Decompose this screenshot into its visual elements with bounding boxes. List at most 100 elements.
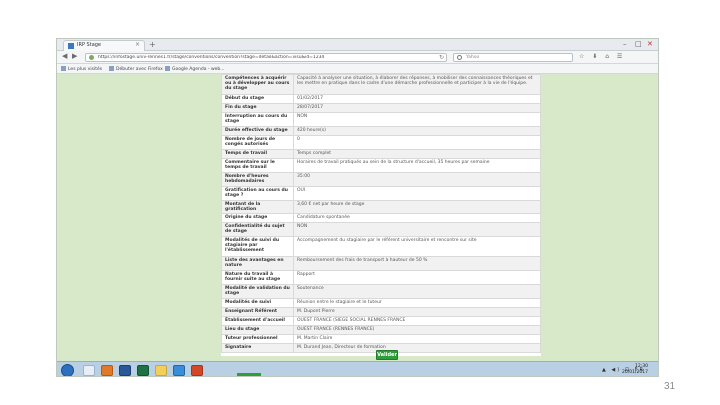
table-row: Nombre de jours de congés autorisés 0: [221, 135, 541, 150]
row-value: 35:00: [293, 172, 541, 187]
browser-tab[interactable]: IRP Stage ×: [63, 40, 145, 51]
row-value: 0: [293, 135, 541, 150]
table-row: Origine du stage Candidature spontanée: [221, 213, 541, 223]
bookmark-label: Google Agenda - web...: [172, 67, 225, 72]
folder-icon[interactable]: [155, 365, 167, 376]
table-row: Durée effective du stage 420 heure(s): [221, 126, 541, 136]
bookmark-item[interactable]: Google Agenda - web...: [165, 66, 225, 72]
row-value: OUI: [293, 186, 541, 201]
bookmark-icon: [61, 66, 66, 71]
bookmarks-bar: Les plus visités Débuter avec Firefox Go…: [57, 64, 658, 74]
site-identity-icon[interactable]: [89, 55, 94, 60]
tab-close-icon[interactable]: ×: [135, 41, 140, 48]
clock-time: 12:30: [634, 364, 648, 369]
tab-favicon-icon: [68, 43, 74, 49]
table-row: Lieu du stage OUEST FRANCE (RENNES FRANCE…: [221, 325, 541, 335]
firefox-icon[interactable]: [101, 365, 113, 376]
bookmark-icon: [109, 66, 114, 71]
table-row: Fin du stage 28/07/2017: [221, 103, 541, 113]
back-button[interactable]: ◀: [62, 52, 67, 60]
row-label: Nombre d'heures hebdomadaires: [221, 172, 294, 187]
table-row: Modalités de suivi Réunion entre le stagi…: [221, 298, 541, 308]
row-value: 01/02/2017: [293, 94, 541, 104]
bookmark-icon: [165, 66, 170, 71]
row-value: M. Durand Jean, Directeur de formation: [293, 343, 541, 353]
table-row: Nature du travail à fournir suite au sta…: [221, 270, 541, 285]
tab-title: IRP Stage: [77, 42, 102, 48]
slide-page-number: 31: [664, 381, 676, 392]
row-label: Nombre de jours de congés autorisés: [221, 135, 294, 150]
row-label: Début du stage: [221, 94, 294, 104]
toolbar-icons[interactable]: ☆ ⬇ ⌂ ☰: [579, 53, 625, 60]
search-bar[interactable]: Yahoo: [453, 53, 573, 62]
row-value: OUEST FRANCE (RENNES FRANCE): [293, 325, 541, 335]
details-panel: Compétences à acquérir ou à développer a…: [221, 74, 541, 356]
table-row: Gratification au cours du stage ? OUI: [221, 186, 541, 201]
validate-button[interactable]: Valider: [376, 350, 398, 360]
table-row: Montant de la gratification 3,60 € net pa…: [221, 200, 541, 214]
search-icon: [457, 55, 462, 60]
row-label: Modalité de validation du stage: [221, 284, 294, 299]
row-label: Lieu du stage: [221, 325, 294, 335]
forward-button[interactable]: ▶: [72, 52, 77, 60]
browser-titlebar: IRP Stage × + – □ ✕: [57, 39, 658, 51]
maximize-button[interactable]: □: [635, 40, 642, 48]
row-value: 28/07/2017: [293, 103, 541, 113]
row-value: NON: [293, 112, 541, 127]
table-row: Modalité de validation du stage Soutenanc…: [221, 284, 541, 299]
minimize-button[interactable]: –: [623, 40, 627, 48]
row-label: Signataire: [221, 343, 294, 353]
row-label: Enseignant Référent: [221, 307, 294, 317]
address-bar[interactable]: https://infostage.univ-rennes1.fr/stage/…: [85, 53, 447, 62]
table-row: Nombre d'heures hebdomadaires 35:00: [221, 172, 541, 187]
table-row: Modalités de suivi du stagiaire par l'ét…: [221, 236, 541, 257]
row-value: Candidature spontanée: [293, 213, 541, 223]
table-row: Commentaire sur le temps de travail Horai…: [221, 158, 541, 173]
details-table: Compétences à acquérir ou à développer a…: [221, 74, 541, 353]
clock-date: 20/01/2017: [622, 370, 648, 375]
row-value: 3,60 € net par heure de stage: [293, 200, 541, 214]
row-value: Capacité à analyser une situation, à éla…: [293, 74, 541, 95]
row-label: Modalités de suivi du stagiaire par l'ét…: [221, 236, 294, 257]
search-placeholder: Yahoo: [466, 55, 480, 60]
excel-icon[interactable]: [137, 365, 149, 376]
reload-icon[interactable]: ↻: [439, 54, 444, 61]
active-task-indicator: [237, 373, 261, 376]
row-value: Soutenance: [293, 284, 541, 299]
row-label: Durée effective du stage: [221, 126, 294, 136]
row-label: Temps de travail: [221, 149, 294, 159]
row-value: Réunion entre le stagiaire et le tuteur: [293, 298, 541, 308]
row-label: Établissement d'accueil: [221, 316, 294, 326]
powerpoint-icon[interactable]: [191, 365, 203, 376]
row-value: Accompagnement du stagiaire par le référ…: [293, 236, 541, 257]
bookmark-label: Les plus visités: [68, 67, 103, 72]
url-text: https://infostage.univ-rennes1.fr/stage/…: [98, 55, 325, 60]
close-window-button[interactable]: ✕: [647, 40, 653, 48]
row-label: Interruption au cours du stage: [221, 112, 294, 127]
row-value: OUEST FRANCE (SIEGE SOCIAL RENNES FRANCE: [293, 316, 541, 326]
new-tab-button[interactable]: +: [149, 40, 156, 49]
row-label: Tuteur professionnel: [221, 334, 294, 344]
row-value: Horaires de travail pratiqués au sein de…: [293, 158, 541, 173]
row-label: Commentaire sur le temps de travail: [221, 158, 294, 173]
row-label: Modalités de suivi: [221, 298, 294, 308]
row-label: Montant de la gratification: [221, 200, 294, 214]
row-value: 420 heure(s): [293, 126, 541, 136]
row-label: Nature du travail à fournir suite au sta…: [221, 270, 294, 285]
row-label: Confidentialité du sujet de stage: [221, 222, 294, 237]
table-row: Tuteur professionnel M. Martin Claire: [221, 334, 541, 344]
bookmark-item[interactable]: Débuter avec Firefox: [109, 66, 163, 72]
bookmark-item[interactable]: Les plus visités: [61, 66, 102, 72]
row-label: Origine du stage: [221, 213, 294, 223]
row-value: Remboursement des frais de transport à h…: [293, 256, 541, 271]
word-icon[interactable]: [119, 365, 131, 376]
media-player-icon[interactable]: [173, 365, 185, 376]
bookmark-label: Débuter avec Firefox: [116, 67, 163, 72]
table-row: Liste des avantages en nature Rembourseme…: [221, 256, 541, 271]
screenshot-frame: IRP Stage × + – □ ✕ ◀ ▶ https://infostag…: [56, 38, 659, 377]
explorer-icon[interactable]: [83, 365, 95, 376]
start-button[interactable]: [61, 364, 74, 376]
row-label: Fin du stage: [221, 103, 294, 113]
clock[interactable]: 12:30 20/01/2017: [622, 364, 648, 376]
row-value: Temps complet: [293, 149, 541, 159]
